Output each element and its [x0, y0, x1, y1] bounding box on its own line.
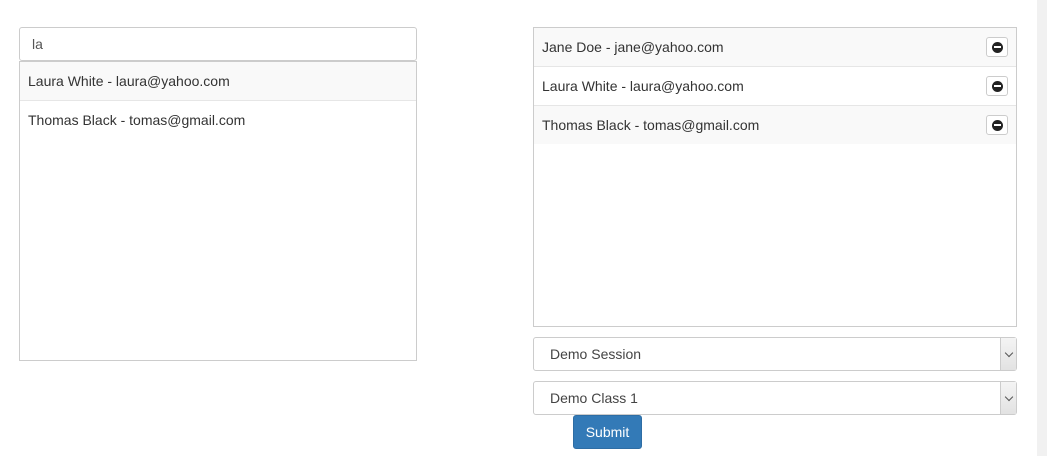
session-select[interactable]: Demo Session [533, 337, 1017, 371]
remove-button[interactable] [986, 76, 1008, 96]
selected-item-label: Thomas Black - tomas@gmail.com [542, 117, 760, 133]
remove-button[interactable] [986, 37, 1008, 57]
minus-circle-icon [991, 80, 1003, 92]
selected-item-label: Laura White - laura@yahoo.com [542, 78, 744, 94]
result-item[interactable]: Thomas Black - tomas@gmail.com [20, 101, 416, 139]
search-input[interactable] [19, 27, 417, 61]
search-results-list: Laura White - laura@yahoo.com Thomas Bla… [19, 61, 417, 361]
session-select-arrow[interactable] [1000, 338, 1016, 370]
chevron-down-icon [1004, 392, 1013, 401]
minus-circle-icon [991, 119, 1003, 131]
selected-list: Jane Doe - jane@yahoo.com Laura White - … [533, 27, 1017, 327]
selected-item: Jane Doe - jane@yahoo.com [534, 28, 1016, 67]
class-select-arrow[interactable] [1000, 382, 1016, 414]
remove-button[interactable] [986, 115, 1008, 135]
minus-circle-icon [991, 41, 1003, 53]
class-select-value: Demo Class 1 [550, 390, 638, 406]
selected-item: Thomas Black - tomas@gmail.com [534, 106, 1016, 144]
selected-item-label: Jane Doe - jane@yahoo.com [542, 39, 724, 55]
session-select-value: Demo Session [550, 346, 642, 362]
chevron-down-icon [1004, 348, 1013, 357]
submit-button[interactable]: Submit [573, 415, 642, 449]
page-scrollbar[interactable] [1037, 0, 1047, 456]
selected-item: Laura White - laura@yahoo.com [534, 67, 1016, 106]
result-item[interactable]: Laura White - laura@yahoo.com [20, 62, 416, 101]
class-select[interactable]: Demo Class 1 [533, 381, 1017, 415]
